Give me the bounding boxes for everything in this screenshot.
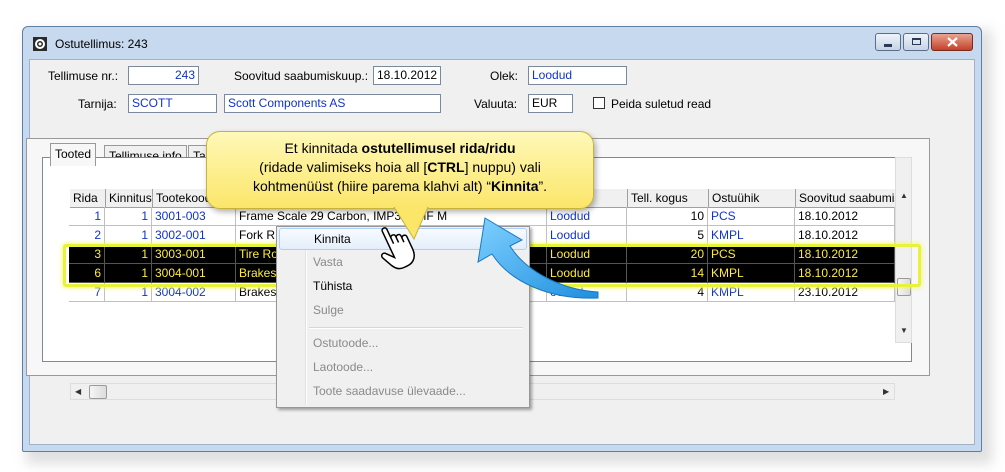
minimize-button[interactable] (875, 33, 901, 51)
status-field[interactable]: Loodud (528, 66, 627, 85)
col-qty[interactable]: Tell. kogus (628, 189, 709, 208)
expected-arrival-field[interactable]: 18.10.2012 (373, 66, 441, 85)
callout-tail (393, 207, 429, 241)
close-button[interactable] (931, 33, 973, 51)
currency-field[interactable]: EUR (528, 94, 573, 113)
hide-closed-label: Peida suletud read (611, 97, 712, 111)
horizontal-scroll-thumb[interactable] (89, 385, 107, 399)
status-label: Olek: (490, 69, 519, 83)
cell-code[interactable]: 3002-001 (152, 226, 236, 245)
menu-item-ostutoode[interactable]: Ostutoode... (279, 332, 527, 354)
app-gear-icon (33, 37, 47, 51)
menu-item-toote-saadavus[interactable]: Toote saadavuse ülevaade... (279, 380, 527, 402)
cell-unit[interactable]: PCS (708, 207, 795, 226)
expected-arrival-label: Soovitud saabumiskuup.: (234, 69, 369, 83)
scroll-up-icon[interactable]: ▲ (900, 191, 908, 200)
cell-rida[interactable]: 2 (69, 226, 105, 245)
cell-qty[interactable]: 5 (627, 226, 708, 245)
cell-date[interactable]: 18.10.2012 (795, 226, 895, 245)
scroll-left-icon[interactable]: ◀ (75, 387, 81, 396)
callout-bubble: Et kinnitada ostutellimusel rida/ridu (r… (206, 131, 594, 209)
col-rida[interactable]: Rida (70, 189, 106, 208)
title-bar[interactable]: Ostutellimus: 243 (23, 27, 981, 59)
currency-label: Valuuta: (474, 97, 518, 111)
supplier-name-field[interactable]: Scott Components AS (224, 94, 441, 113)
maximize-button[interactable] (903, 33, 929, 51)
col-kinnitus[interactable]: Kinnitus (106, 189, 153, 208)
order-no-field[interactable]: 243 (128, 66, 199, 85)
cell-rida[interactable]: 1 (69, 207, 105, 226)
window-title: Ostutellimus: 243 (55, 37, 148, 51)
supplier-code-field[interactable]: SCOTT (128, 94, 217, 113)
menu-separator (309, 327, 523, 329)
cell-code[interactable]: 3001-003 (152, 207, 236, 226)
menu-item-laotoode[interactable]: Laotoode... (279, 356, 527, 378)
hide-closed-checkbox[interactable] (593, 97, 605, 109)
cell-kinnitus[interactable]: 1 (105, 226, 152, 245)
cell-date[interactable]: 18.10.2012 (795, 207, 895, 226)
cell-unit[interactable]: KMPL (708, 226, 795, 245)
col-unit[interactable]: Ostuühik (709, 189, 796, 208)
close-icon (947, 37, 958, 47)
cell-kinnitus[interactable]: 1 (105, 207, 152, 226)
tab-tooted[interactable]: Tooted (50, 143, 97, 166)
order-no-label: Tellimuse nr.: (48, 69, 119, 83)
supplier-label: Tarnija: (78, 97, 117, 111)
menu-item-sulge[interactable]: Sulge (279, 299, 527, 321)
scroll-right-icon[interactable]: ▶ (883, 387, 889, 396)
cell-qty[interactable]: 10 (627, 207, 708, 226)
callout-arrow-icon (477, 217, 599, 299)
scroll-down-icon[interactable]: ▼ (900, 326, 908, 335)
